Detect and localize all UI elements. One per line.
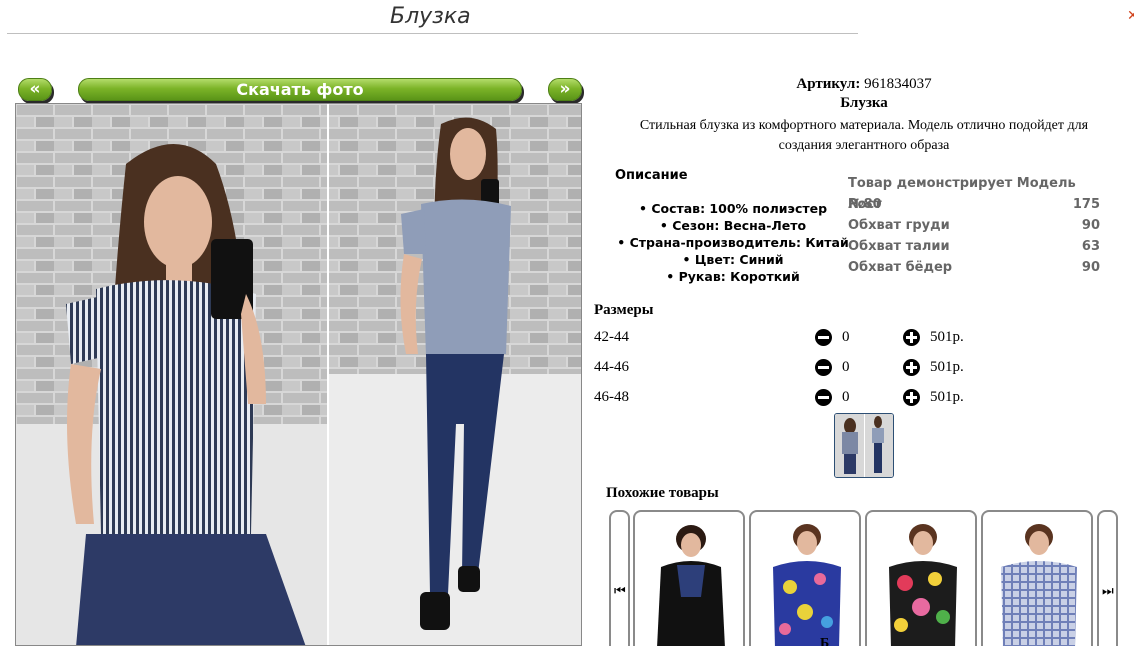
description-item: Рукав: Короткий <box>613 268 853 285</box>
sizes-heading: Размеры <box>594 302 654 318</box>
model-label: Обхват груди <box>848 218 950 233</box>
model-row: Обхват груди 90 <box>848 215 1100 236</box>
similar-heading: Похожие товары <box>606 485 719 501</box>
skip-back-icon: ⏮ <box>614 584 626 599</box>
description-item: Сезон: Весна-Лето <box>613 217 853 234</box>
minus-circle-icon[interactable] <box>815 359 832 376</box>
product-description-line: создания элегантного образа <box>778 138 950 153</box>
size-quantity: 0 <box>842 359 850 375</box>
plus-circle-icon[interactable] <box>903 329 920 346</box>
model-value: 175 <box>1072 197 1100 212</box>
size-price: 501р. <box>930 329 964 345</box>
description-item: Страна-производитель: Китай <box>613 234 853 251</box>
description-item: Цвет: Синий <box>613 251 853 268</box>
product-description-line: Стильная блузка из комфортного материала… <box>639 118 1089 133</box>
title-divider <box>7 33 858 34</box>
size-label: 42-44 <box>594 329 629 345</box>
article-label: Артикул: <box>796 76 861 92</box>
product-description: Стильная блузка из комфортного материала… <box>600 116 1128 156</box>
model-value: 90 <box>1081 260 1100 275</box>
page-title: Блузка <box>390 4 471 29</box>
similar-product-card[interactable] <box>749 510 861 646</box>
size-label: 44-46 <box>594 359 629 375</box>
skip-forward-icon: ⏭ <box>1102 584 1114 599</box>
size-label: 46-48 <box>594 389 629 405</box>
model-value: 90 <box>1081 218 1100 233</box>
close-icon[interactable]: ✕ <box>1127 10 1134 22</box>
size-quantity: 0 <box>842 389 850 405</box>
description-list: Состав: 100% полиэстер Сезон: Весна-Лето… <box>613 200 853 285</box>
size-price: 501р. <box>930 389 964 405</box>
description-item: Состав: 100% полиэстер <box>613 200 853 217</box>
article-number: Артикул: 961834037 <box>600 76 1128 93</box>
carousel-next-button[interactable]: ⏭ <box>1097 510 1118 646</box>
plus-circle-icon[interactable] <box>903 359 920 376</box>
size-quantity: 0 <box>842 329 850 345</box>
model-label: Обхват талии <box>848 239 950 254</box>
minus-circle-icon[interactable] <box>815 389 832 406</box>
size-price: 501р. <box>930 359 964 375</box>
prev-photo-button[interactable]: « <box>18 78 52 101</box>
model-heading: Товар демонстрирует Модель №80 <box>848 173 1100 212</box>
article-value: 961834037 <box>864 76 932 92</box>
model-row: Обхват талии 63 <box>848 236 1100 257</box>
model-row: Рост 175 <box>848 194 1100 215</box>
next-photo-button[interactable]: » <box>548 78 582 101</box>
similar-product-card[interactable] <box>865 510 977 646</box>
model-label: Рост <box>848 197 882 212</box>
similar-product-card[interactable] <box>981 510 1093 646</box>
model-value: 63 <box>1081 239 1100 254</box>
minus-circle-icon[interactable] <box>815 329 832 346</box>
description-heading: Описание <box>615 168 688 183</box>
cut-off-caption: Б <box>820 636 830 646</box>
model-label: Обхват бёдер <box>848 260 953 275</box>
product-photo <box>15 103 582 646</box>
photo-thumbnail[interactable] <box>834 413 894 478</box>
model-measurements: Товар демонстрирует Модель №80 Рост 175 … <box>848 173 1100 278</box>
similar-product-card[interactable] <box>633 510 745 646</box>
model-heading-text: Товар демонстрирует Модель №80 <box>848 176 1076 212</box>
product-name: Блузка <box>840 95 888 111</box>
download-photo-button[interactable]: Скачать фото <box>78 78 522 101</box>
carousel-prev-button[interactable]: ⏮ <box>609 510 630 646</box>
plus-circle-icon[interactable] <box>903 389 920 406</box>
model-row: Обхват бёдер 90 <box>848 257 1100 278</box>
